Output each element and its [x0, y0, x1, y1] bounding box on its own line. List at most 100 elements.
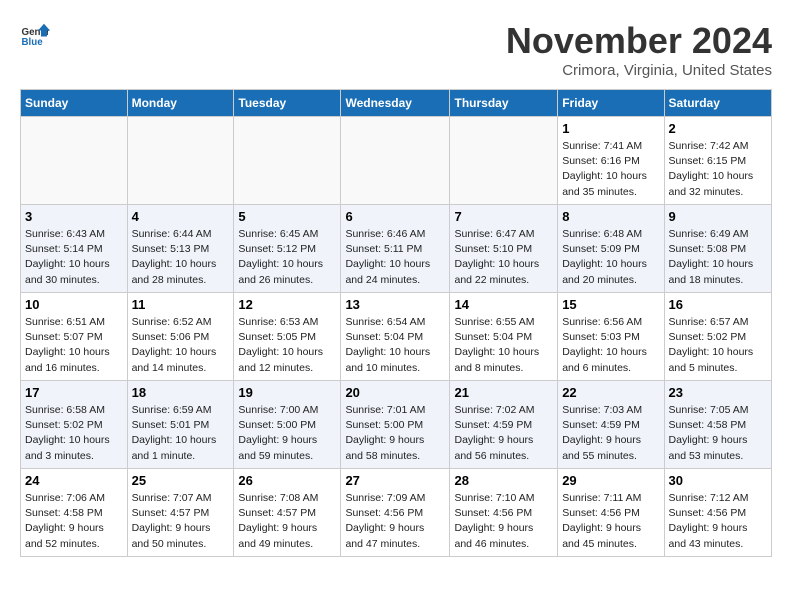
day-info: Sunrise: 6:49 AM Sunset: 5:08 PM Dayligh…	[669, 227, 767, 288]
day-number: 13	[345, 297, 445, 312]
day-number: 7	[454, 209, 553, 224]
day-info: Sunrise: 6:43 AM Sunset: 5:14 PM Dayligh…	[25, 227, 123, 288]
calendar-cell: 21 Sunrise: 7:02 AM Sunset: 4:59 PM Dayli…	[450, 381, 558, 469]
calendar-cell: 6 Sunrise: 6:46 AM Sunset: 5:11 PM Daylig…	[341, 205, 450, 293]
month-title: November 2024	[506, 20, 772, 62]
calendar-week-4: 17 Sunrise: 6:58 AM Sunset: 5:02 PM Dayli…	[21, 381, 772, 469]
calendar-cell	[234, 117, 341, 205]
day-info: Sunrise: 7:12 AM Sunset: 4:56 PM Dayligh…	[669, 491, 767, 552]
calendar-cell	[127, 117, 234, 205]
day-info: Sunrise: 7:02 AM Sunset: 4:59 PM Dayligh…	[454, 403, 553, 464]
day-number: 28	[454, 473, 553, 488]
calendar-cell: 26 Sunrise: 7:08 AM Sunset: 4:57 PM Dayli…	[234, 469, 341, 557]
day-number: 3	[25, 209, 123, 224]
calendar-cell: 25 Sunrise: 7:07 AM Sunset: 4:57 PM Dayli…	[127, 469, 234, 557]
day-info: Sunrise: 7:09 AM Sunset: 4:56 PM Dayligh…	[345, 491, 445, 552]
day-number: 18	[132, 385, 230, 400]
day-info: Sunrise: 6:59 AM Sunset: 5:01 PM Dayligh…	[132, 403, 230, 464]
calendar-cell	[341, 117, 450, 205]
day-number: 15	[562, 297, 659, 312]
day-info: Sunrise: 7:05 AM Sunset: 4:58 PM Dayligh…	[669, 403, 767, 464]
day-info: Sunrise: 7:08 AM Sunset: 4:57 PM Dayligh…	[238, 491, 336, 552]
day-info: Sunrise: 6:52 AM Sunset: 5:06 PM Dayligh…	[132, 315, 230, 376]
day-number: 14	[454, 297, 553, 312]
calendar-cell: 22 Sunrise: 7:03 AM Sunset: 4:59 PM Dayli…	[558, 381, 664, 469]
day-number: 9	[669, 209, 767, 224]
day-number: 29	[562, 473, 659, 488]
weekday-header-thursday: Thursday	[450, 90, 558, 117]
calendar-cell: 14 Sunrise: 6:55 AM Sunset: 5:04 PM Dayli…	[450, 293, 558, 381]
day-number: 8	[562, 209, 659, 224]
day-number: 10	[25, 297, 123, 312]
title-section: November 2024 Crimora, Virginia, United …	[506, 20, 772, 79]
weekday-header-saturday: Saturday	[664, 90, 771, 117]
day-number: 11	[132, 297, 230, 312]
logo: General Blue	[20, 20, 50, 50]
calendar-week-1: 1Sunrise: 7:41 AM Sunset: 6:16 PM Daylig…	[21, 117, 772, 205]
day-info: Sunrise: 7:42 AM Sunset: 6:15 PM Dayligh…	[669, 139, 767, 200]
day-info: Sunrise: 6:54 AM Sunset: 5:04 PM Dayligh…	[345, 315, 445, 376]
day-number: 30	[669, 473, 767, 488]
day-info: Sunrise: 6:51 AM Sunset: 5:07 PM Dayligh…	[25, 315, 123, 376]
day-info: Sunrise: 7:06 AM Sunset: 4:58 PM Dayligh…	[25, 491, 123, 552]
day-number: 12	[238, 297, 336, 312]
page-header: General Blue November 2024 Crimora, Virg…	[20, 20, 772, 79]
calendar-cell: 13 Sunrise: 6:54 AM Sunset: 5:04 PM Dayli…	[341, 293, 450, 381]
svg-text:Blue: Blue	[22, 37, 44, 48]
weekday-header-tuesday: Tuesday	[234, 90, 341, 117]
weekday-header-sunday: Sunday	[21, 90, 128, 117]
calendar-cell: 19Sunrise: 7:00 AM Sunset: 5:00 PM Dayli…	[234, 381, 341, 469]
calendar-cell: 10 Sunrise: 6:51 AM Sunset: 5:07 PM Dayli…	[21, 293, 128, 381]
day-info: Sunrise: 6:53 AM Sunset: 5:05 PM Dayligh…	[238, 315, 336, 376]
day-number: 22	[562, 385, 659, 400]
day-info: Sunrise: 6:56 AM Sunset: 5:03 PM Dayligh…	[562, 315, 659, 376]
day-number: 25	[132, 473, 230, 488]
day-number: 4	[132, 209, 230, 224]
day-number: 17	[25, 385, 123, 400]
calendar-cell: 1Sunrise: 7:41 AM Sunset: 6:16 PM Daylig…	[558, 117, 664, 205]
calendar-cell: 3 Sunrise: 6:43 AM Sunset: 5:14 PM Daylig…	[21, 205, 128, 293]
day-number: 24	[25, 473, 123, 488]
day-number: 16	[669, 297, 767, 312]
calendar-cell: 4Sunrise: 6:44 AM Sunset: 5:13 PM Daylig…	[127, 205, 234, 293]
calendar-cell: 8 Sunrise: 6:48 AM Sunset: 5:09 PM Daylig…	[558, 205, 664, 293]
day-number: 27	[345, 473, 445, 488]
day-info: Sunrise: 6:47 AM Sunset: 5:10 PM Dayligh…	[454, 227, 553, 288]
day-info: Sunrise: 6:55 AM Sunset: 5:04 PM Dayligh…	[454, 315, 553, 376]
day-number: 21	[454, 385, 553, 400]
calendar-cell: 5Sunrise: 6:45 AM Sunset: 5:12 PM Daylig…	[234, 205, 341, 293]
calendar-cell: 12 Sunrise: 6:53 AM Sunset: 5:05 PM Dayli…	[234, 293, 341, 381]
day-number: 2	[669, 121, 767, 136]
calendar-cell: 16 Sunrise: 6:57 AM Sunset: 5:02 PM Dayli…	[664, 293, 771, 381]
calendar-cell: 18 Sunrise: 6:59 AM Sunset: 5:01 PM Dayli…	[127, 381, 234, 469]
logo-icon: General Blue	[20, 20, 50, 50]
day-info: Sunrise: 6:57 AM Sunset: 5:02 PM Dayligh…	[669, 315, 767, 376]
calendar-cell: 17 Sunrise: 6:58 AM Sunset: 5:02 PM Dayli…	[21, 381, 128, 469]
calendar-cell: 15 Sunrise: 6:56 AM Sunset: 5:03 PM Dayli…	[558, 293, 664, 381]
calendar-cell: 2 Sunrise: 7:42 AM Sunset: 6:15 PM Daylig…	[664, 117, 771, 205]
weekday-header-monday: Monday	[127, 90, 234, 117]
day-info: Sunrise: 7:10 AM Sunset: 4:56 PM Dayligh…	[454, 491, 553, 552]
calendar-week-5: 24 Sunrise: 7:06 AM Sunset: 4:58 PM Dayli…	[21, 469, 772, 557]
calendar-cell: 11 Sunrise: 6:52 AM Sunset: 5:06 PM Dayli…	[127, 293, 234, 381]
day-info: Sunrise: 7:00 AM Sunset: 5:00 PM Dayligh…	[238, 403, 336, 464]
calendar-cell: 24 Sunrise: 7:06 AM Sunset: 4:58 PM Dayli…	[21, 469, 128, 557]
day-info: Sunrise: 6:58 AM Sunset: 5:02 PM Dayligh…	[25, 403, 123, 464]
calendar-cell: 30 Sunrise: 7:12 AM Sunset: 4:56 PM Dayli…	[664, 469, 771, 557]
day-info: Sunrise: 7:03 AM Sunset: 4:59 PM Dayligh…	[562, 403, 659, 464]
day-info: Sunrise: 6:48 AM Sunset: 5:09 PM Dayligh…	[562, 227, 659, 288]
day-info: Sunrise: 7:07 AM Sunset: 4:57 PM Dayligh…	[132, 491, 230, 552]
calendar-cell: 9 Sunrise: 6:49 AM Sunset: 5:08 PM Daylig…	[664, 205, 771, 293]
calendar-cell: 27 Sunrise: 7:09 AM Sunset: 4:56 PM Dayli…	[341, 469, 450, 557]
calendar-cell: 7 Sunrise: 6:47 AM Sunset: 5:10 PM Daylig…	[450, 205, 558, 293]
day-info: Sunrise: 7:11 AM Sunset: 4:56 PM Dayligh…	[562, 491, 659, 552]
calendar-cell: 20Sunrise: 7:01 AM Sunset: 5:00 PM Dayli…	[341, 381, 450, 469]
day-number: 6	[345, 209, 445, 224]
weekday-header-friday: Friday	[558, 90, 664, 117]
calendar-week-2: 3 Sunrise: 6:43 AM Sunset: 5:14 PM Daylig…	[21, 205, 772, 293]
day-info: Sunrise: 6:46 AM Sunset: 5:11 PM Dayligh…	[345, 227, 445, 288]
day-number: 5	[238, 209, 336, 224]
day-number: 26	[238, 473, 336, 488]
calendar-cell: 23Sunrise: 7:05 AM Sunset: 4:58 PM Dayli…	[664, 381, 771, 469]
calendar-cell	[450, 117, 558, 205]
